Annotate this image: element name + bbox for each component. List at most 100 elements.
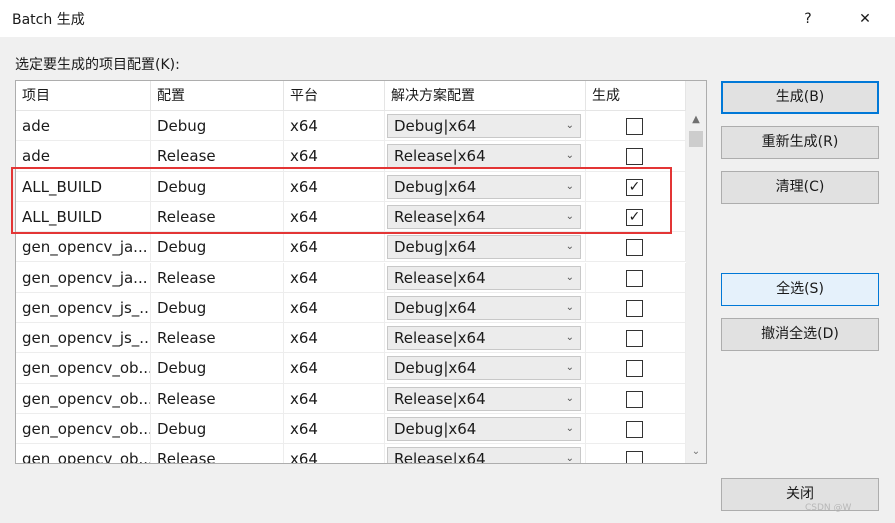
close-window-button[interactable]: ✕ <box>842 0 888 37</box>
build-checkbox[interactable] <box>626 390 643 408</box>
check-icon: ✓ <box>628 178 641 195</box>
cell-solution-config: Debug|x64 ⌄ <box>385 111 586 141</box>
table-row[interactable]: gen_opencv_js_... Release x64 Release|x64 ⌄ <box>16 323 686 354</box>
cell-build <box>586 444 686 463</box>
cell-project: ALL_BUILD <box>16 201 151 232</box>
cell-project: ade <box>16 111 151 141</box>
help-button[interactable]: ? <box>785 0 831 37</box>
dropdown-value: Release|x64 <box>394 450 486 464</box>
chevron-down-icon: ⌄ <box>565 241 574 253</box>
project-config-label: 选定要生成的项目配置(K): <box>15 57 180 73</box>
table-row[interactable]: gen_opencv_ob... Release x64 Release|x64 ⌄ <box>16 444 686 464</box>
solution-config-dropdown[interactable]: Release|x64 ⌄ <box>387 265 581 290</box>
dropdown-value: Debug|x64 <box>394 420 477 438</box>
build-checkbox[interactable] <box>626 299 643 317</box>
cell-solution-config: Debug|x64 ⌄ <box>385 232 586 263</box>
cell-platform: x64 <box>284 141 385 172</box>
cell-solution-config: Debug|x64 ⌄ <box>385 414 586 444</box>
cell-build: ✓ <box>586 171 686 202</box>
build-checkbox[interactable] <box>626 239 643 257</box>
cell-project: gen_opencv_js_... <box>16 323 151 354</box>
cell-config: Release <box>151 201 284 232</box>
chevron-down-icon: ⌄ <box>565 392 574 404</box>
cell-solution-config: Release|x64 ⌄ <box>385 383 586 414</box>
cell-config: Debug <box>151 232 284 263</box>
chevron-down-icon: ⌄ <box>565 150 574 162</box>
cell-config: Release <box>151 262 284 293</box>
build-checkbox[interactable] <box>626 118 643 135</box>
scroll-up-icon[interactable]: ▲ <box>686 111 706 129</box>
table-row[interactable]: ALL_BUILD Release x64 Release|x64 ⌄ ✓ <box>16 201 686 233</box>
table-row[interactable]: gen_opencv_ob... Debug x64 Debug|x64 ⌄ <box>16 414 686 445</box>
cell-config: Release <box>151 444 284 463</box>
cell-build <box>586 383 686 414</box>
header-build[interactable]: 生成 <box>586 81 686 111</box>
cell-project: ade <box>16 141 151 172</box>
solution-config-dropdown[interactable]: Debug|x64 ⌄ <box>387 295 581 320</box>
solution-config-dropdown[interactable]: Release|x64 ⌄ <box>387 447 581 464</box>
table-row[interactable]: ade Debug x64 Debug|x64 ⌄ <box>16 111 686 142</box>
header-platform[interactable]: 平台 <box>284 81 385 111</box>
table-row[interactable]: gen_opencv_ob... Debug x64 Debug|x64 ⌄ <box>16 353 686 384</box>
solution-config-dropdown[interactable]: Release|x64 ⌄ <box>387 326 581 351</box>
scroll-thumb[interactable] <box>689 131 703 147</box>
build-checkbox[interactable] <box>626 360 643 378</box>
build-checkbox[interactable]: ✓ <box>626 178 643 196</box>
table-row[interactable]: gen_opencv_js_... Debug x64 Debug|x64 ⌄ <box>16 292 686 324</box>
build-checkbox[interactable] <box>626 148 643 166</box>
cell-platform: x64 <box>284 232 385 263</box>
deselect-all-button[interactable]: 撤消全选(D) <box>721 318 879 351</box>
cell-project: gen_opencv_ob... <box>16 414 151 444</box>
header-solution-config[interactable]: 解决方案配置 <box>385 81 586 111</box>
table-row[interactable]: ALL_BUILD Debug x64 Debug|x64 ⌄ ✓ <box>16 171 686 202</box>
cell-config: Debug <box>151 171 284 202</box>
title-bar: Batch 生成 ? ✕ <box>0 0 895 37</box>
table-row[interactable]: ade Release x64 Release|x64 ⌄ <box>16 141 686 172</box>
build-checkbox[interactable] <box>626 451 643 463</box>
build-checkbox[interactable] <box>626 269 643 287</box>
header-config[interactable]: 配置 <box>151 81 284 111</box>
cell-solution-config: Release|x64 ⌄ <box>385 141 586 172</box>
solution-config-dropdown[interactable]: Debug|x64 ⌄ <box>387 417 581 441</box>
cell-platform: x64 <box>284 444 385 463</box>
solution-config-dropdown[interactable]: Release|x64 ⌄ <box>387 386 581 411</box>
solution-config-dropdown[interactable]: Debug|x64 ⌄ <box>387 235 581 260</box>
cell-solution-config: Release|x64 ⌄ <box>385 444 586 464</box>
table-row[interactable]: gen_opencv_ob... Release x64 Release|x64 ⌄ <box>16 383 686 414</box>
header-project[interactable]: 项目 <box>16 81 151 111</box>
build-button[interactable]: 生成(B) <box>721 81 879 114</box>
cell-build <box>586 353 686 384</box>
close-button[interactable]: 关闭 <box>721 478 879 511</box>
vertical-scrollbar[interactable]: ▲ ⌄ <box>686 81 706 463</box>
dropdown-value: Release|x64 <box>394 268 486 287</box>
build-checkbox[interactable]: ✓ <box>626 208 643 226</box>
cell-config: Debug <box>151 111 284 141</box>
solution-config-dropdown[interactable]: Release|x64 ⌄ <box>387 204 581 229</box>
scroll-down-icon[interactable]: ⌄ <box>686 443 706 461</box>
rebuild-button[interactable]: 重新生成(R) <box>721 126 879 159</box>
cell-platform: x64 <box>284 171 385 202</box>
chevron-down-icon: ⌄ <box>565 120 574 131</box>
cell-build: ✓ <box>586 201 686 232</box>
chevron-down-icon: ⌄ <box>565 362 574 374</box>
build-checkbox[interactable] <box>626 330 643 348</box>
cell-build <box>586 323 686 354</box>
table-row[interactable]: gen_opencv_ja... Debug x64 Debug|x64 ⌄ <box>16 232 686 263</box>
cell-project: gen_opencv_ob... <box>16 353 151 384</box>
select-all-button[interactable]: 全选(S) <box>721 273 879 306</box>
solution-config-dropdown[interactable]: Debug|x64 ⌄ <box>387 114 581 138</box>
cell-project: gen_opencv_ob... <box>16 383 151 414</box>
solution-config-dropdown[interactable]: Debug|x64 ⌄ <box>387 174 581 199</box>
build-checkbox[interactable] <box>626 421 643 438</box>
dropdown-value: Release|x64 <box>394 147 486 166</box>
solution-config-dropdown[interactable]: Release|x64 ⌄ <box>387 144 581 169</box>
clean-button[interactable]: 清理(C) <box>721 171 879 204</box>
cell-platform: x64 <box>284 201 385 232</box>
chevron-down-icon: ⌄ <box>565 453 574 464</box>
cell-project: ALL_BUILD <box>16 171 151 202</box>
cell-project: gen_opencv_ob... <box>16 444 151 463</box>
solution-config-dropdown[interactable]: Debug|x64 ⌄ <box>387 356 581 381</box>
table-row[interactable]: gen_opencv_ja... Release x64 Release|x64 ⌄ <box>16 262 686 293</box>
cell-project: gen_opencv_ja... <box>16 232 151 263</box>
cell-config: Debug <box>151 292 284 323</box>
